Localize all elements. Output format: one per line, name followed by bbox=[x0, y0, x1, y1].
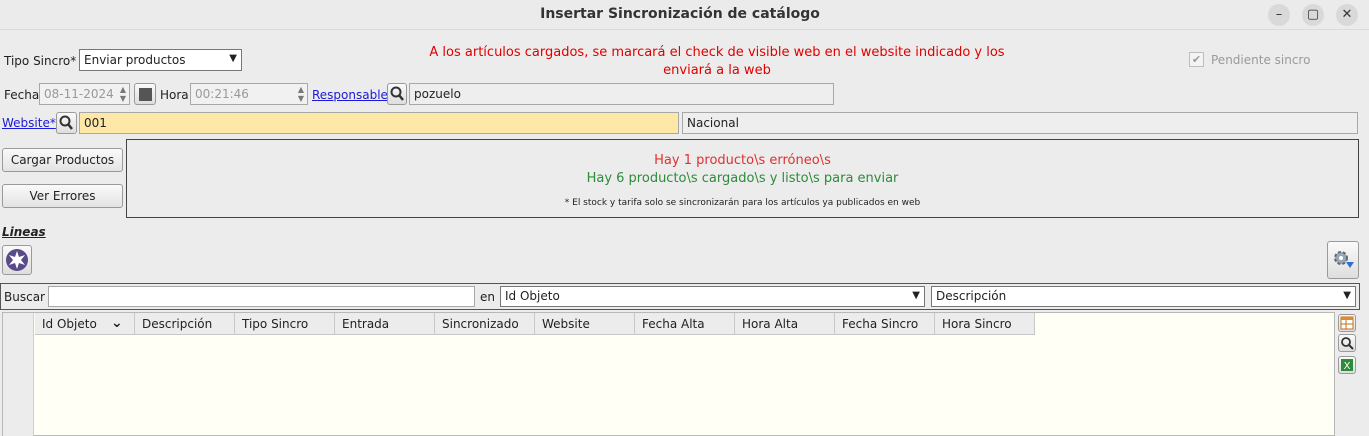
minimize-button[interactable]: – bbox=[1268, 4, 1290, 26]
info-message-line2: enviará a la web bbox=[663, 63, 771, 78]
column-header[interactable]: Entrada bbox=[335, 313, 435, 335]
spinner-icon: ▲ ▼ bbox=[297, 85, 304, 103]
minimize-icon: – bbox=[1275, 7, 1283, 22]
website-link[interactable]: Website* bbox=[2, 116, 56, 130]
info-message: A los artículos cargados, se marcará el … bbox=[412, 44, 1022, 80]
excel-icon: X bbox=[1341, 359, 1353, 372]
close-icon: ✕ bbox=[1341, 7, 1353, 22]
ver-errores-button[interactable]: Ver Errores bbox=[2, 184, 123, 208]
sort-chevron-icon: ⌄ bbox=[111, 315, 123, 331]
lines-table: Id Objeto ⌄ Descripción Tipo Sincro Entrada S… bbox=[2, 312, 1335, 436]
cargar-productos-button[interactable]: Cargar Productos bbox=[2, 148, 123, 172]
error-status-text: Hay 1 producto\s erróneo\s bbox=[654, 153, 831, 168]
column-header[interactable]: Fecha Alta bbox=[635, 313, 735, 335]
tipo-sincro-select[interactable]: Enviar productos ▼ bbox=[79, 49, 242, 71]
table-icon bbox=[1340, 316, 1354, 330]
tipo-sincro-label: Tipo Sincro* bbox=[4, 54, 77, 68]
website-search-button[interactable] bbox=[56, 112, 77, 134]
column-header[interactable]: Website bbox=[535, 313, 635, 335]
row-header-gutter bbox=[3, 313, 34, 436]
search-bar: Buscar en Id Objeto ▼ Descripción ▼ bbox=[0, 283, 1360, 310]
buscar-label: Buscar bbox=[4, 290, 45, 304]
svg-text:X: X bbox=[1344, 361, 1351, 372]
export-excel-button[interactable]: X bbox=[1338, 356, 1356, 374]
responsable-field[interactable]: pozuelo bbox=[409, 83, 834, 105]
spinner-icon: ▲ ▼ bbox=[119, 85, 126, 103]
check-icon: ✔ bbox=[1191, 53, 1202, 66]
fecha-field[interactable]: 08-11-2024 ▲ ▼ bbox=[39, 83, 130, 105]
chevron-down-icon: ▼ bbox=[912, 290, 920, 301]
status-panel: Hay 1 producto\s erróneo\s Hay 6 product… bbox=[126, 139, 1359, 218]
hora-field[interactable]: 00:21:46 ▲ ▼ bbox=[190, 83, 308, 105]
new-line-button[interactable] bbox=[2, 245, 32, 275]
maximize-button[interactable]: ▢ bbox=[1302, 4, 1324, 26]
column-header[interactable]: Sincronizado bbox=[435, 313, 535, 335]
config-export-button[interactable] bbox=[1327, 241, 1359, 279]
table-view-button[interactable] bbox=[1338, 314, 1356, 332]
search-field-value: Id Objeto bbox=[505, 289, 560, 303]
pendiente-sincro-checkbox[interactable]: ✔ bbox=[1189, 52, 1204, 67]
chevron-down-icon: ▼ bbox=[1343, 290, 1351, 301]
title-bar: Insertar Sincronización de catálogo – ▢ … bbox=[0, 0, 1369, 30]
responsable-search-button[interactable] bbox=[387, 83, 407, 105]
close-button[interactable]: ✕ bbox=[1336, 4, 1358, 26]
order-field-select[interactable]: Descripción ▼ bbox=[931, 286, 1356, 307]
fecha-value: 08-11-2024 bbox=[44, 87, 114, 101]
starburst-icon bbox=[6, 249, 28, 271]
column-header[interactable]: Hora Sincro bbox=[935, 313, 1035, 335]
chevron-down-icon: ▼ bbox=[229, 53, 237, 64]
en-label: en bbox=[480, 290, 495, 304]
table-search-button[interactable] bbox=[1338, 334, 1356, 352]
maximize-icon: ▢ bbox=[1306, 7, 1320, 22]
column-header[interactable]: Fecha Sincro bbox=[835, 313, 935, 335]
ok-status-text: Hay 6 producto\s cargado\s y listo\s par… bbox=[586, 171, 899, 186]
hora-value: 00:21:46 bbox=[195, 87, 249, 101]
info-message-line1: A los artículos cargados, se marcará el … bbox=[429, 45, 1005, 60]
lineas-section-title: Lineas bbox=[2, 225, 46, 239]
search-field-select[interactable]: Id Objeto ▼ bbox=[500, 286, 925, 307]
website-name-field[interactable]: Nacional bbox=[682, 112, 1358, 134]
website-field[interactable]: 001 bbox=[79, 112, 679, 134]
fecha-label: Fecha bbox=[4, 88, 40, 102]
order-field-value: Descripción bbox=[936, 289, 1007, 303]
calendar-icon bbox=[139, 88, 152, 101]
buscar-input[interactable] bbox=[48, 286, 475, 307]
gear-icon bbox=[1334, 251, 1354, 268]
dialog-window: Insertar Sincronización de catálogo – ▢ … bbox=[0, 0, 1369, 436]
hora-label: Hora bbox=[160, 88, 189, 102]
responsable-link[interactable]: Responsable bbox=[312, 88, 388, 102]
column-header[interactable]: Descripción bbox=[135, 313, 235, 335]
search-icon bbox=[59, 115, 73, 130]
calendar-button[interactable] bbox=[134, 83, 156, 105]
column-header[interactable]: Tipo Sincro bbox=[235, 313, 335, 335]
column-header[interactable]: Hora Alta bbox=[735, 313, 835, 335]
sync-note: * El stock y tarifa solo se sincronizará… bbox=[564, 198, 921, 208]
window-title: Insertar Sincronización de catálogo bbox=[540, 6, 820, 22]
search-icon bbox=[390, 86, 404, 101]
search-icon bbox=[1341, 337, 1354, 350]
tipo-sincro-value: Enviar productos bbox=[84, 53, 186, 67]
pendiente-sincro-label: Pendiente sincro bbox=[1211, 53, 1311, 67]
